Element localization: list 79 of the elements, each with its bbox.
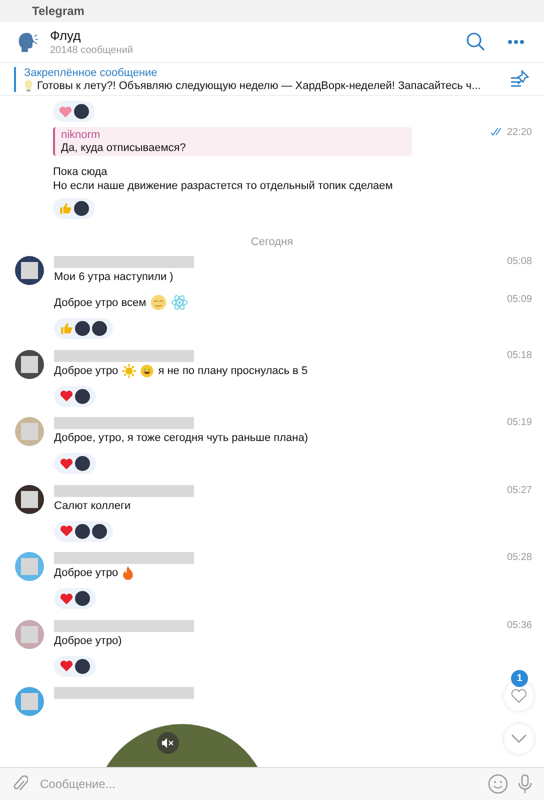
heart-icon (511, 689, 527, 703)
pinned-label: Закреплённое сообщение (24, 66, 158, 78)
message-time: 05:08 (506, 256, 532, 266)
reactor-avatar (92, 320, 107, 336)
grinning-face-icon (140, 364, 154, 378)
pinned-message-bar[interactable]: Закреплённое сообщение Готовы к лету?! Объявляю следующую неделю — ХардВорк-неделей! Запасайтесь ч... (0, 63, 544, 96)
heart-icon (60, 592, 73, 604)
reactor-avatar (75, 658, 90, 674)
reactor-avatar (75, 524, 90, 538)
atom-icon (171, 294, 188, 311)
reactor-avatar (92, 524, 107, 538)
fire-icon (122, 566, 134, 580)
reactions-pill[interactable] (54, 318, 113, 338)
message-text: Пока сюда (53, 166, 108, 178)
thumbs-up-icon (60, 322, 73, 334)
heart-icon (59, 106, 72, 118)
reply-text: Да, куда отписываемся? (61, 142, 187, 154)
message-time: 22:20 (506, 126, 532, 138)
chat-title: Флуд (50, 28, 82, 43)
message-input[interactable]: Сообщение... (38, 776, 478, 792)
user-avatar[interactable] (15, 484, 44, 514)
sun-icon (122, 364, 136, 378)
message-text: Доброе утро) (54, 634, 122, 646)
pinned-text: Готовы к лету?! Объявляю следующую неделю — ХардВорк-неделей! Запасайтесь ч... (37, 80, 481, 92)
pin-list-icon (510, 70, 530, 88)
reactions-button[interactable] (504, 681, 534, 711)
heart-icon (60, 660, 73, 672)
light-bulb-icon (24, 80, 33, 92)
reactor-avatar (74, 104, 89, 119)
message-time: 05:36 (506, 620, 532, 630)
date-divider: Сегодня (250, 236, 294, 248)
message-count: 20148 сообщений (50, 45, 134, 56)
reactions-pill[interactable] (54, 386, 96, 406)
message-time: 05:09 (506, 294, 532, 304)
message-time: 05:28 (506, 552, 532, 563)
speaking-head-icon (16, 32, 38, 52)
chevron-down-icon (511, 734, 527, 744)
reactor-avatar (74, 200, 89, 216)
reply-author: niknorm (61, 128, 102, 140)
muted-speaker-icon (162, 738, 174, 748)
window-title: Telegram (0, 0, 544, 22)
message-time: 05:27 (506, 484, 532, 496)
search-icon (466, 32, 486, 52)
user-avatar[interactable] (15, 256, 44, 284)
user-avatar[interactable] (15, 350, 44, 378)
unread-badge: 1 (511, 670, 528, 687)
heart-icon (60, 525, 73, 537)
reactions-pill[interactable] (53, 198, 95, 218)
more-dots-icon (507, 39, 525, 45)
microphone-icon[interactable] (518, 774, 532, 794)
reactor-avatar (75, 388, 90, 404)
message-text: Но если наше движение разрастется то отдельный топик сделаем (53, 180, 394, 192)
message-text: Доброе утро (54, 364, 118, 376)
message-time: 05:19 (506, 417, 532, 428)
reactor-avatar (75, 591, 90, 606)
reactions-pill[interactable] (54, 656, 96, 676)
reactor-avatar (75, 456, 90, 471)
message-text: Доброе, утро, я тоже сегодня чуть раньше плана) (54, 432, 308, 444)
scroll-down-button[interactable] (504, 724, 534, 754)
smiley-icon[interactable] (488, 774, 508, 794)
message-composer[interactable]: Сообщение... (0, 767, 544, 800)
message-time: 05:18 (506, 350, 532, 360)
message-text: я не по плану проснулась в 5 (158, 364, 308, 376)
message-text: Доброе утро (54, 567, 118, 579)
reactions-pill[interactable] (54, 520, 113, 542)
smiling-face-icon (150, 294, 168, 311)
mute-button[interactable] (157, 732, 179, 754)
reply-quote[interactable]: niknorm Да, куда отписываемся? (53, 126, 412, 156)
paperclip-icon[interactable] (12, 775, 28, 793)
reactor-avatar (75, 320, 90, 336)
message-text: Салют коллеги (54, 500, 131, 512)
message-text: Мои 6 утра наступили ) (54, 270, 174, 282)
message-text: Доброе утро всем (54, 296, 146, 308)
reactions-pill[interactable] (54, 453, 96, 474)
thumbs-up-icon (59, 202, 72, 214)
reactions-pill[interactable] (54, 588, 96, 609)
heart-icon (60, 390, 73, 402)
heart-icon (60, 458, 73, 470)
reactions-pill[interactable] (53, 101, 95, 122)
